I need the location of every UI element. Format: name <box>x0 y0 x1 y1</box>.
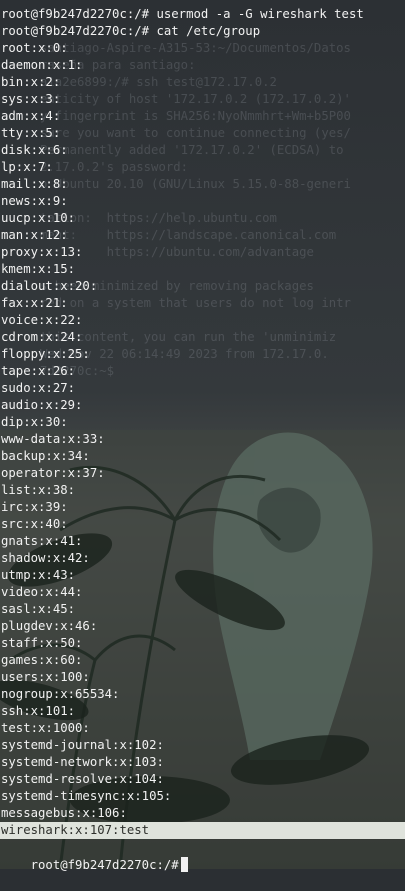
group-line: irc:x:39: <box>1 500 68 514</box>
group-line: operator:x:37: <box>1 466 105 480</box>
group-line: test:x:1000: <box>1 721 90 735</box>
group-line: kmem:x:15: <box>1 262 76 276</box>
text-cursor <box>180 857 188 872</box>
group-line: uucp:x:10: <box>1 211 76 225</box>
group-line: sasl:x:45: <box>1 602 76 616</box>
group-line: systemd-resolve:x:104: <box>1 772 164 786</box>
command-line-usermod: root@f9b247d2270c:/# usermod -a -G wires… <box>1 7 364 21</box>
group-line: users:x:100: <box>1 670 90 684</box>
group-line: voice:x:22: <box>1 313 83 327</box>
group-line: utmp:x:43: <box>1 568 76 582</box>
group-line: tty:x:5: <box>1 126 61 140</box>
group-line: cdrom:x:24: <box>1 330 83 344</box>
group-line: audio:x:29: <box>1 398 83 412</box>
group-line: tape:x:26: <box>1 364 76 378</box>
prompt-text: root@f9b247d2270c:/# <box>30 858 179 872</box>
group-line: backup:x:34: <box>1 449 90 463</box>
group-line: man:x:12: <box>1 228 68 242</box>
highlighted-group-line: wireshark:x:107:test <box>0 822 405 839</box>
group-line: adm:x:4: <box>1 109 61 123</box>
prompt-line[interactable]: root@f9b247d2270c:/# <box>1 840 188 872</box>
group-line: www-data:x:33: <box>1 432 105 446</box>
group-line: dialout:x:20: <box>1 279 98 293</box>
group-line: fax:x:21: <box>1 296 68 310</box>
group-line: proxy:x:13: <box>1 245 83 259</box>
group-line: mail:x:8: <box>1 177 68 191</box>
group-line: list:x:38: <box>1 483 76 497</box>
group-line: news:x:9: <box>1 194 68 208</box>
group-line: ssh:x:101: <box>1 704 76 718</box>
group-line: messagebus:x:106: <box>1 806 127 820</box>
group-line: nogroup:x:65534: <box>1 687 120 701</box>
group-line: dip:x:30: <box>1 415 68 429</box>
group-line: video:x:44: <box>1 585 83 599</box>
group-line: sys:x:3: <box>1 92 61 106</box>
group-line: bin:x:2: <box>1 75 61 89</box>
group-line: games:x:60: <box>1 653 83 667</box>
group-line: shadow:x:42: <box>1 551 90 565</box>
group-line: daemon:x:1: <box>1 58 83 72</box>
group-line: src:x:40: <box>1 517 68 531</box>
group-line: systemd-journal:x:102: <box>1 738 164 752</box>
group-line: gnats:x:41: <box>1 534 83 548</box>
group-line: lp:x:7: <box>1 160 53 174</box>
command-line-cat: root@f9b247d2270c:/# cat /etc/group <box>1 24 261 38</box>
group-line: disk:x:6: <box>1 143 68 157</box>
group-line: sudo:x:27: <box>1 381 76 395</box>
group-line: plugdev:x:46: <box>1 619 98 633</box>
group-line: systemd-network:x:103: <box>1 755 164 769</box>
group-line: floppy:x:25: <box>1 347 90 361</box>
terminal-window[interactable]: root@f9b247d2270c:/# usermod -a -G wires… <box>0 0 405 872</box>
group-line: root:x:0: <box>1 41 68 55</box>
group-line: systemd-timesync:x:105: <box>1 789 172 803</box>
group-line: staff:x:50: <box>1 636 83 650</box>
